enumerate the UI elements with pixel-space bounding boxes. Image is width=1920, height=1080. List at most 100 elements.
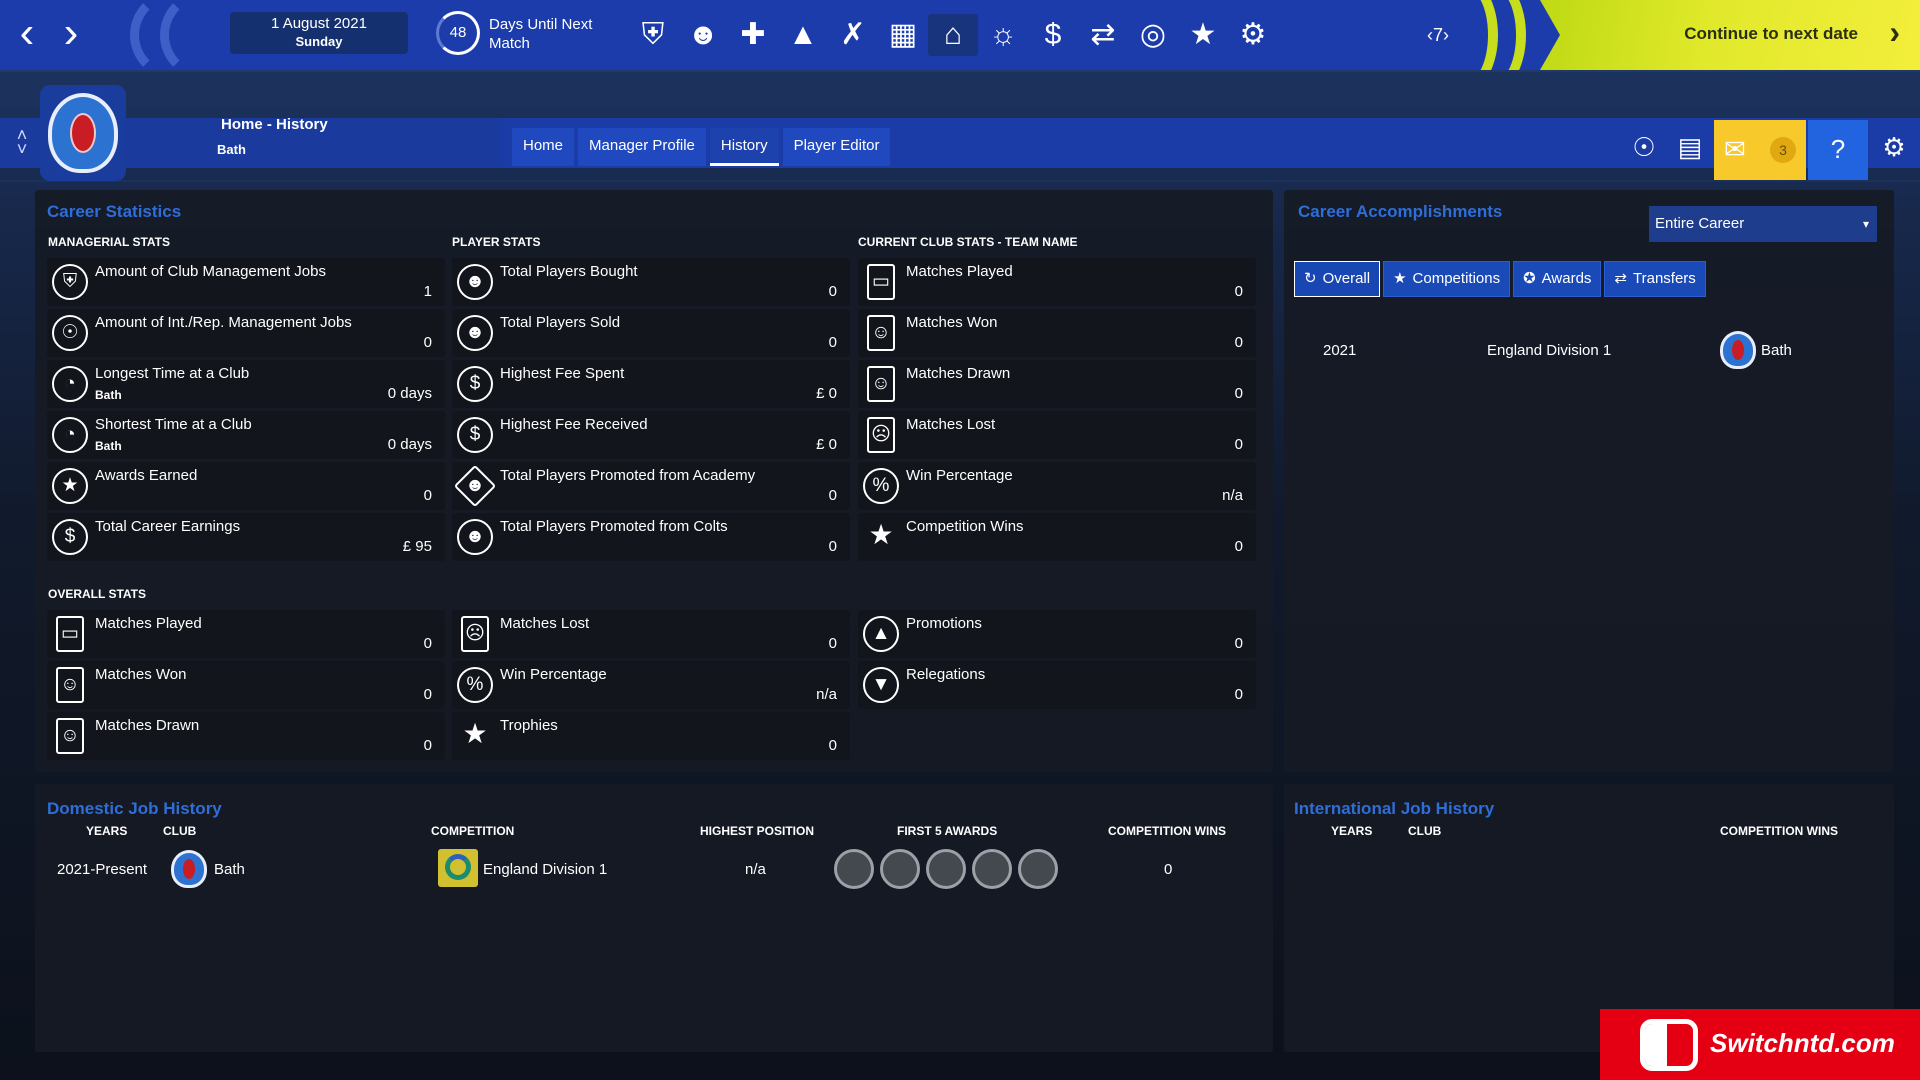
medal-icon: ✪ xyxy=(1523,270,1536,287)
tab-overall[interactable]: ↻ Overall xyxy=(1294,261,1381,297)
tab-manager-profile[interactable]: Manager Profile xyxy=(578,128,706,166)
overall-stats-heading: OVERALL STATS xyxy=(48,587,147,601)
decor-arc xyxy=(1466,0,1526,70)
money-icon: $ xyxy=(52,519,88,555)
watermark-text: Switchntd.com xyxy=(1710,1028,1895,1058)
stat-value: 0 days xyxy=(387,385,432,402)
gear-icon[interactable]: ⚙ xyxy=(1868,118,1920,180)
domestic-club[interactable]: Bath xyxy=(214,861,245,878)
stat-value: 0 xyxy=(423,686,432,703)
finance-icon[interactable]: $ xyxy=(1028,14,1078,56)
shield-icon[interactable]: ⛨ xyxy=(628,14,678,56)
stat-overall-matches-drawn: ☺ Matches Drawn 0 xyxy=(47,712,445,760)
match-won-icon: ☺ xyxy=(867,315,895,351)
stat-value: £ 0 xyxy=(816,385,837,402)
award-slot-empty xyxy=(834,849,874,889)
people-icon[interactable]: ☻ xyxy=(678,14,728,56)
stat-label: Matches Played xyxy=(906,263,1013,280)
console-logo-half xyxy=(1645,1024,1667,1066)
help-icon[interactable]: ? xyxy=(1808,120,1868,180)
forward-arrow-icon[interactable]: › xyxy=(48,10,94,56)
date-text: 1 August 2021 xyxy=(271,15,367,32)
globe-icon: ☉ xyxy=(52,315,88,351)
intl-col-club: CLUB xyxy=(1408,824,1442,838)
training-cone-icon[interactable]: ▲ xyxy=(778,14,828,56)
accomplishment-club[interactable]: Bath xyxy=(1761,342,1792,359)
inbox-count-badge: 3 xyxy=(1770,137,1796,163)
inbox-button[interactable]: ✉ 3 xyxy=(1714,120,1806,180)
stat-value: 0 xyxy=(423,635,432,652)
stat-club-management-jobs: ⛨ Amount of Club Management Jobs 1 xyxy=(47,258,445,306)
stat-value: 0 days xyxy=(387,436,432,453)
stat-club-matches-drawn: ☺ Matches Drawn 0 xyxy=(858,360,1256,408)
tab-player-editor[interactable]: Player Editor xyxy=(782,128,891,166)
stat-label: Matches Lost xyxy=(906,416,996,433)
intl-col-competition-wins: COMPETITION WINS xyxy=(1720,824,1838,838)
day-text: Sunday xyxy=(295,34,343,49)
medical-kit-icon[interactable]: ✚ xyxy=(728,14,778,56)
stat-overall-relegations: ▼ Relegations 0 xyxy=(858,661,1256,709)
stat-sublabel: Bath xyxy=(95,388,122,402)
tab-history[interactable]: History xyxy=(709,128,779,166)
watermark-banner: Switchntd.com xyxy=(1600,1009,1920,1080)
accomplishment-competition: England Division 1 xyxy=(1487,342,1612,359)
stat-overall-matches-won: ☺ Matches Won 0 xyxy=(47,661,445,709)
stat-value: 0 xyxy=(828,737,837,754)
tab-competitions[interactable]: ★ Competitions xyxy=(1383,261,1511,297)
scouting-icon[interactable]: ◎ xyxy=(1128,14,1178,56)
expand-collapse-icon[interactable]: ˄ ˅ xyxy=(10,126,34,158)
continue-button[interactable]: Continue to next date › xyxy=(1540,0,1920,70)
tactics-icon[interactable]: ✗ xyxy=(828,14,878,56)
stat-label: Relegations xyxy=(906,666,986,683)
clipboard-icon[interactable]: ▤ xyxy=(1666,118,1714,180)
period-dropdown[interactable]: Entire Career ▾ xyxy=(1649,206,1877,242)
intl-col-years: YEARS xyxy=(1331,824,1373,838)
players-out-icon: ☻ xyxy=(457,315,493,351)
club-crest-small xyxy=(171,850,207,888)
home-icon[interactable]: ⌂ xyxy=(928,14,978,56)
tab-home[interactable]: Home xyxy=(512,128,575,166)
competition-emblem xyxy=(445,854,471,880)
stat-overall-matches-lost: ☹ Matches Lost 0 xyxy=(452,610,850,658)
period-dropdown-value: Entire Career xyxy=(1655,215,1745,232)
award-slot-empty xyxy=(1018,849,1058,889)
staff-icon[interactable]: ☼ xyxy=(978,14,1028,56)
globe-icon[interactable]: ☉ xyxy=(1620,118,1668,180)
stat-value: 0 xyxy=(423,487,432,504)
console-logo-icon xyxy=(1640,1019,1698,1071)
trophy-icon[interactable]: ★ xyxy=(1178,14,1228,56)
stat-value: 0 xyxy=(423,737,432,754)
match-won-icon: ☺ xyxy=(56,667,84,703)
players-in-icon: ☻ xyxy=(457,264,493,300)
club-crest xyxy=(40,85,126,181)
stat-value: 0 xyxy=(828,334,837,351)
percent-icon: % xyxy=(457,667,493,703)
managerial-stats-heading: MANAGERIAL STATS xyxy=(48,235,170,249)
back-arrow-icon[interactable]: ‹ xyxy=(4,10,50,56)
stat-label: Trophies xyxy=(500,717,558,734)
chevron-down-icon: ▾ xyxy=(1862,217,1869,231)
calendar-icon[interactable]: ▦ xyxy=(878,14,928,56)
stat-label: Amount of Int./Rep. Management Jobs xyxy=(95,314,352,331)
stat-shortest-time: ◔ Shortest Time at a Club Bath 0 days xyxy=(47,411,445,459)
money-in-icon: $ xyxy=(457,417,493,453)
page-title: Home - History xyxy=(221,116,328,133)
stat-label: Win Percentage xyxy=(906,467,1013,484)
stat-value: 0 xyxy=(828,538,837,555)
stat-value: 0 xyxy=(1234,635,1243,652)
stat-sublabel: Bath xyxy=(95,439,122,453)
domestic-competition[interactable]: England Division 1 xyxy=(483,861,607,878)
stat-label: Total Players Promoted from Academy xyxy=(500,467,756,484)
tab-awards[interactable]: ✪ Awards xyxy=(1513,261,1602,297)
tab-label: Transfers xyxy=(1633,270,1696,287)
trophy-icon: ★ xyxy=(462,718,488,749)
settings-group-icon[interactable]: ⚙ xyxy=(1228,14,1278,56)
clock-icon: ◔ xyxy=(52,417,88,453)
clock-icon: ◔ xyxy=(52,366,88,402)
stat-awards-earned: ★ Awards Earned 0 xyxy=(47,462,445,510)
tab-transfers[interactable]: ⇄ Transfers xyxy=(1604,261,1706,297)
page-subtitle: Bath xyxy=(217,142,246,157)
stat-overall-matches-played: ▭ Matches Played 0 xyxy=(47,610,445,658)
current-date[interactable]: 1 August 2021 Sunday xyxy=(230,12,408,54)
transfer-icon[interactable]: ⇄ xyxy=(1078,14,1128,56)
